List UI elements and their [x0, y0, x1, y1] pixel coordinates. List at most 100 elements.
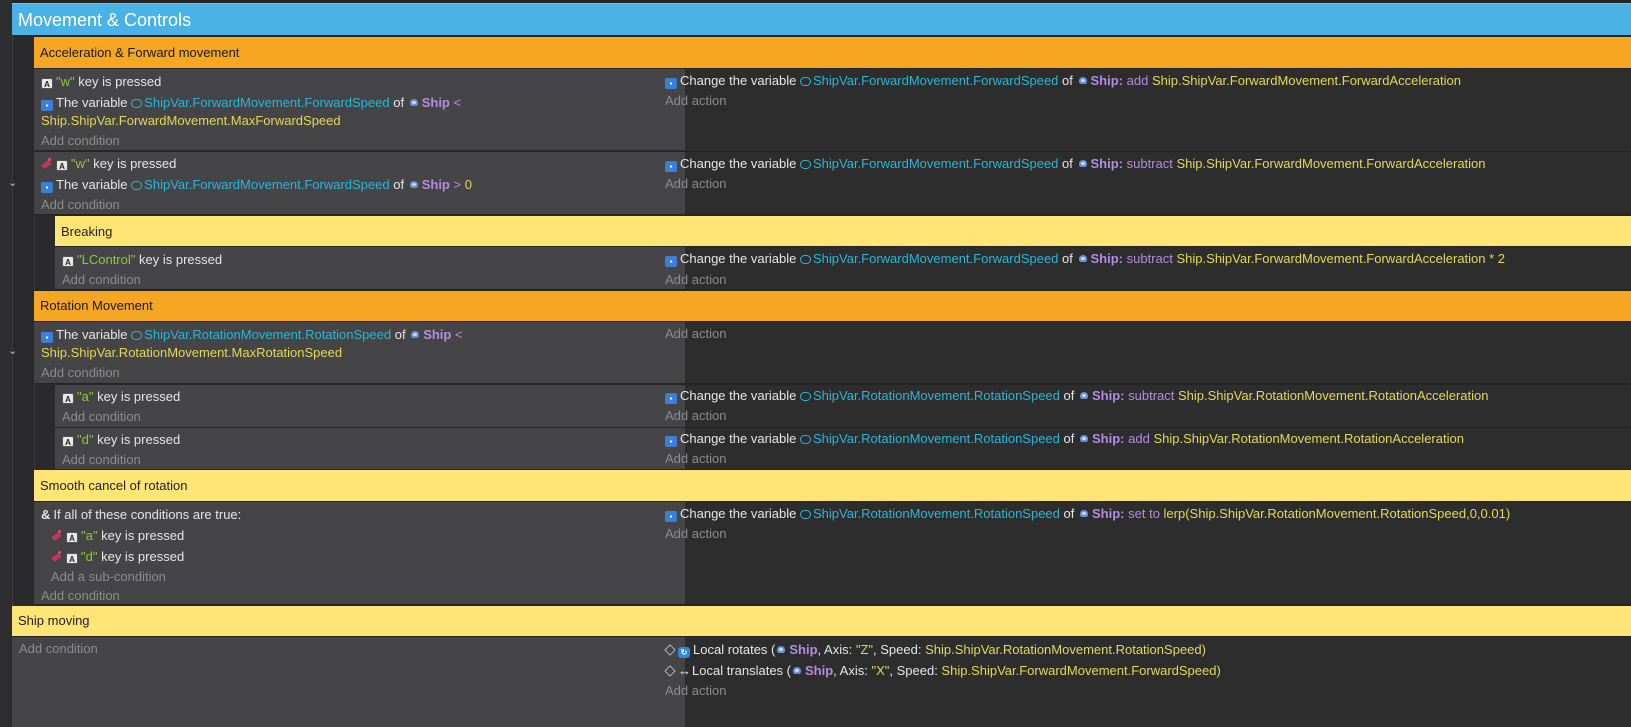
object-variable-icon [799, 435, 811, 444]
condition-lcontrol-pressed[interactable]: A "LControl" key is pressed [62, 251, 222, 269]
rotate-icon: ↻ [678, 647, 690, 658]
variable-icon: ▪ [41, 100, 53, 111]
variable-icon: ▪ [665, 436, 677, 447]
3d-object-icon [664, 665, 676, 677]
subcondition-a-not-pressed[interactable]: A "a" key is pressed [51, 527, 184, 545]
comment-smooth-cancel-text: Smooth cancel of rotation [40, 478, 188, 493]
variable-icon: ▪ [665, 78, 677, 89]
object-icon [1078, 391, 1090, 401]
group-rotation[interactable]: Rotation Movement [34, 291, 1631, 321]
inner-gutter-breaking [34, 215, 55, 290]
add-action-button[interactable]: Add action [665, 325, 726, 343]
object-icon [1077, 159, 1089, 169]
inverted-condition-icon [51, 530, 63, 541]
variable-icon: ▪ [41, 182, 53, 193]
object-variable-icon [131, 99, 143, 108]
keyboard-key-icon: A [56, 160, 68, 171]
object-icon [775, 645, 787, 655]
object-icon [408, 98, 420, 108]
action-local-rotates[interactable]: ↻ Local rotates (Ship, Axis: "Z", Speed: … [664, 641, 1206, 659]
translate-arrows-icon: ↔ [678, 663, 691, 678]
condition-variable-compare[interactable]: ▪ The variable ShipVar.ForwardMovement.Fo… [41, 94, 461, 112]
event-4-actions[interactable] [685, 322, 1631, 383]
comment-breaking-text: Breaking [61, 224, 113, 239]
action-change-forward-speed[interactable]: ▪ Change the variable ShipVar.ForwardMove… [665, 72, 1461, 90]
object-variable-icon [799, 77, 811, 86]
add-condition-button[interactable]: Add condition [62, 408, 141, 426]
inner-gutter [12, 36, 34, 630]
condition-and-group[interactable]: & If all of these conditions are true: [41, 506, 241, 524]
object-icon [408, 180, 420, 190]
variable-icon: ▪ [665, 161, 677, 172]
condition-max-forward-value: Ship.ShipVar.ForwardMovement.MaxForwardS… [41, 113, 341, 128]
object-icon [409, 330, 421, 340]
object-variable-icon [131, 331, 143, 340]
group-rotation-title: Rotation Movement [40, 298, 153, 313]
inverted-condition-icon [41, 158, 53, 169]
object-variable-icon [799, 510, 811, 519]
page-title: Movement & Controls [18, 10, 192, 30]
action-lerp-rotation-speed[interactable]: ▪ Change the variable ShipVar.RotationMov… [665, 505, 1510, 523]
keyboard-key-icon: A [62, 256, 74, 267]
action-subtract-rotation-speed[interactable]: ▪ Change the variable ShipVar.RotationMov… [665, 387, 1489, 405]
action-local-translates[interactable]: ↔Local translates (Ship, Axis: "X", Spee… [664, 662, 1221, 680]
object-icon [791, 666, 803, 676]
add-action-button[interactable]: Add action [665, 271, 726, 289]
variable-icon: ▪ [665, 256, 677, 267]
keyboard-key-icon: A [62, 436, 74, 447]
keyboard-key-icon: A [66, 553, 78, 564]
chevron-down-icon[interactable]: ⌄ [8, 344, 17, 357]
object-icon [1078, 434, 1090, 444]
variable-icon: ▪ [665, 393, 677, 404]
inner-gutter-rotation [34, 384, 55, 470]
variable-icon: ▪ [665, 511, 677, 522]
group-accel[interactable]: Acceleration & Forward movement [34, 37, 1631, 68]
add-condition-button[interactable]: Add condition [41, 132, 120, 150]
object-icon [1077, 254, 1089, 264]
group-accel-title: Acceleration & Forward movement [40, 45, 240, 60]
add-action-button[interactable]: Add action [665, 92, 726, 110]
condition-w-key-not-pressed[interactable]: A "w" key is pressed [41, 155, 176, 173]
header-bar[interactable]: Movement & Controls [12, 3, 1631, 35]
add-action-button[interactable]: Add action [665, 175, 726, 193]
add-subcondition-button[interactable]: Add a sub-condition [51, 568, 166, 586]
action-brake-forward-speed[interactable]: ▪ Change the variable ShipVar.ForwardMove… [665, 250, 1505, 268]
comment-breaking[interactable]: Breaking [55, 216, 1631, 246]
left-gutter [0, 0, 12, 727]
add-action-button[interactable]: Add action [665, 682, 726, 700]
add-action-button[interactable]: Add action [665, 525, 726, 543]
condition-rotation-speed-lt-max[interactable]: ▪ The variable ShipVar.RotationMovement.R… [41, 326, 463, 344]
add-action-button[interactable]: Add action [665, 450, 726, 468]
condition-variable-gt-zero[interactable]: ▪ The variable ShipVar.ForwardMovement.Fo… [41, 176, 472, 194]
condition-a-key-pressed[interactable]: A "a" key is pressed [62, 388, 180, 406]
comment-smooth-cancel[interactable]: Smooth cancel of rotation [34, 470, 1631, 501]
add-action-button[interactable]: Add action [665, 407, 726, 425]
add-condition-button[interactable]: Add condition [62, 271, 141, 289]
comment-ship-moving-text: Ship moving [18, 613, 90, 628]
and-condition-icon: & [41, 507, 51, 522]
condition-w-key-pressed[interactable]: A "w" key is pressed [41, 73, 161, 91]
keyboard-key-icon: A [41, 78, 53, 89]
event-8-conditions[interactable] [12, 637, 685, 727]
action-add-rotation-speed[interactable]: ▪ Change the variable ShipVar.RotationMov… [665, 430, 1464, 448]
action-subtract-forward-speed[interactable]: ▪ Change the variable ShipVar.ForwardMove… [665, 155, 1486, 173]
inverted-condition-icon [51, 551, 63, 562]
3d-object-icon [664, 644, 676, 656]
object-variable-icon [799, 255, 811, 264]
object-variable-icon [131, 181, 143, 190]
condition-d-key-pressed[interactable]: A "d" key is pressed [62, 431, 180, 449]
object-icon [1078, 509, 1090, 519]
add-condition-button[interactable]: Add condition [41, 364, 120, 382]
add-condition-button[interactable]: Add condition [19, 640, 98, 658]
object-variable-icon [799, 160, 811, 169]
chevron-down-icon[interactable]: ⌄ [8, 176, 17, 189]
add-condition-button[interactable]: Add condition [41, 587, 120, 605]
subcondition-d-not-pressed[interactable]: A "d" key is pressed [51, 548, 184, 566]
keyboard-key-icon: A [66, 532, 78, 543]
condition-max-rotation-value: Ship.ShipVar.RotationMovement.MaxRotatio… [41, 345, 343, 360]
variable-icon: ▪ [41, 332, 53, 343]
add-condition-button[interactable]: Add condition [62, 451, 141, 469]
add-condition-button[interactable]: Add condition [41, 196, 120, 214]
keyboard-key-icon: A [62, 393, 74, 404]
comment-ship-moving[interactable]: Ship moving [12, 606, 1631, 636]
